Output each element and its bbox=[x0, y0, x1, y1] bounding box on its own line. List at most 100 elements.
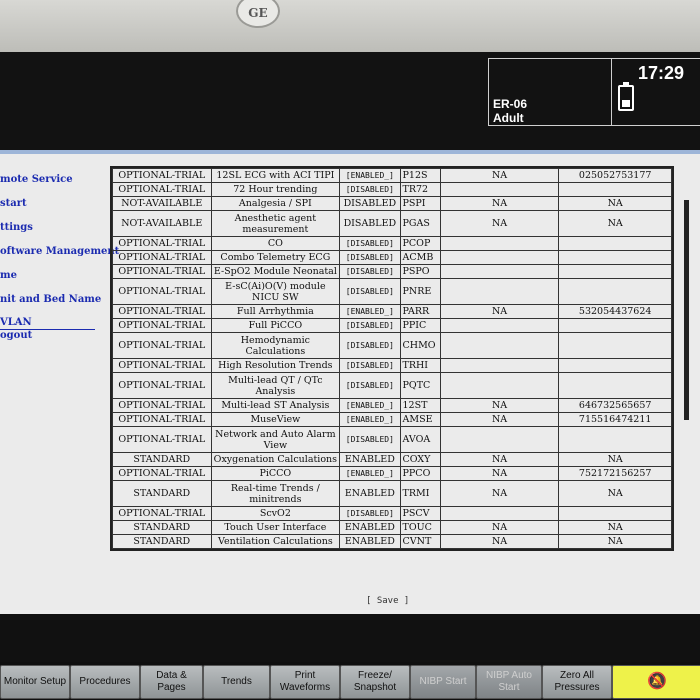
sidebar-item-logout[interactable]: ogout bbox=[0, 330, 32, 341]
save-button[interactable]: [ Save ] bbox=[366, 596, 409, 606]
code-cell[interactable]: NA bbox=[439, 520, 560, 535]
code-cell[interactable]: NA bbox=[439, 412, 560, 427]
bottom-button-2[interactable]: Data & Pages bbox=[140, 665, 203, 699]
table-row[interactable]: OPTIONAL-TRIAL E-sC(Ai)O(V) module NICU S… bbox=[112, 278, 672, 305]
code-cell[interactable]: NA bbox=[439, 534, 560, 549]
code-cell[interactable] bbox=[439, 318, 560, 333]
status-cell: [DISABLED] bbox=[339, 278, 401, 305]
option-code-cell: TR72 bbox=[399, 182, 441, 197]
table-row[interactable]: OPTIONAL-TRIAL 72 Hour trending [DISABLED]… bbox=[112, 182, 672, 197]
sidebar-item-restart[interactable]: start bbox=[0, 198, 27, 209]
option-code-cell: CVNT bbox=[399, 534, 441, 549]
bottom-button-label: Monitor Setup bbox=[3, 676, 67, 687]
option-code-cell: PGAS bbox=[399, 210, 441, 237]
table-row[interactable]: OPTIONAL-TRIAL Full Arrhythmia [ENABLED_] P… bbox=[112, 304, 672, 319]
code-cell[interactable] bbox=[439, 264, 560, 279]
code-cell[interactable]: NA bbox=[439, 466, 560, 481]
serial-cell[interactable] bbox=[558, 264, 672, 279]
sidebar-item-remote-service[interactable]: mote Service bbox=[0, 174, 73, 185]
table-row[interactable]: NOT-AVAILABLE Anesthetic agent measuremen… bbox=[112, 210, 672, 237]
code-cell[interactable] bbox=[439, 182, 560, 197]
sidebar-item-time[interactable]: me bbox=[0, 270, 17, 281]
bottom-button-0[interactable]: Monitor Setup bbox=[0, 665, 70, 699]
bottom-button-4[interactable]: Print Waveforms bbox=[270, 665, 340, 699]
option-name-cell: E-sC(Ai)O(V) module NICU SW bbox=[210, 278, 341, 305]
sidebar-item-wlan[interactable]: VLAN bbox=[0, 317, 32, 328]
table-row[interactable]: OPTIONAL-TRIAL Multi-lead QT / QTc Analys… bbox=[112, 372, 672, 399]
option-code-cell: AVOA bbox=[399, 426, 441, 453]
bottom-button-8[interactable]: Zero All Pressures bbox=[542, 665, 612, 699]
serial-cell[interactable] bbox=[558, 318, 672, 333]
table-scrollbar[interactable] bbox=[684, 200, 689, 420]
table-row[interactable]: STANDARD Touch User Interface ENABLED TOUC N… bbox=[112, 520, 672, 535]
code-cell[interactable]: NA bbox=[439, 210, 560, 237]
table-row[interactable]: OPTIONAL-TRIAL MuseView [ENABLED_] AMSE NA 71… bbox=[112, 412, 672, 427]
serial-cell[interactable] bbox=[558, 426, 672, 453]
serial-cell[interactable]: 532054437624 bbox=[558, 304, 672, 319]
serial-cell[interactable]: NA bbox=[558, 520, 672, 535]
table-row[interactable]: STANDARD Ventilation Calculations ENABLED C… bbox=[112, 534, 672, 549]
code-cell[interactable] bbox=[439, 372, 560, 399]
license-type-cell: OPTIONAL-TRIAL bbox=[112, 318, 212, 333]
code-cell[interactable] bbox=[439, 358, 560, 373]
bottom-button-3[interactable]: Trends bbox=[203, 665, 270, 699]
code-cell[interactable]: NA bbox=[439, 196, 560, 211]
serial-cell[interactable]: NA bbox=[558, 452, 672, 467]
serial-cell[interactable]: NA bbox=[558, 196, 672, 211]
table-row[interactable]: OPTIONAL-TRIAL Network and Auto Alarm Vie… bbox=[112, 426, 672, 453]
serial-cell[interactable]: NA bbox=[558, 534, 672, 549]
serial-cell[interactable] bbox=[558, 506, 672, 521]
table-row[interactable]: OPTIONAL-TRIAL E-SpO2 Module Neonatal [DIS… bbox=[112, 264, 672, 279]
bed-label: ER-06 bbox=[493, 97, 528, 111]
code-cell[interactable]: NA bbox=[439, 304, 560, 319]
code-cell[interactable] bbox=[439, 332, 560, 359]
serial-cell[interactable]: 752172156257 bbox=[558, 466, 672, 481]
table-row[interactable]: STANDARD Oxygenation Calculations ENABLED C… bbox=[112, 452, 672, 467]
serial-cell[interactable] bbox=[558, 372, 672, 399]
sidebar-item-settings[interactable]: ttings bbox=[0, 222, 33, 233]
alarm-silence-button[interactable]: 🔕 bbox=[612, 665, 700, 699]
bottom-button-1[interactable]: Procedures bbox=[70, 665, 140, 699]
table-row[interactable]: OPTIONAL-TRIAL CO [DISABLED] PCOP bbox=[112, 236, 672, 251]
bed-info-box[interactable]: ER-06 Adult bbox=[488, 58, 612, 126]
table-row[interactable]: OPTIONAL-TRIAL ScvO2 [DISABLED] PSCV bbox=[112, 506, 672, 521]
serial-cell[interactable]: 646732565657 bbox=[558, 398, 672, 413]
serial-cell[interactable] bbox=[558, 358, 672, 373]
code-cell[interactable] bbox=[439, 250, 560, 265]
serial-cell[interactable] bbox=[558, 332, 672, 359]
serial-cell[interactable]: NA bbox=[558, 480, 672, 507]
table-row[interactable]: OPTIONAL-TRIAL 12SL ECG with ACI TIPI [ENA… bbox=[112, 168, 672, 183]
serial-cell[interactable] bbox=[558, 250, 672, 265]
code-cell[interactable] bbox=[439, 236, 560, 251]
serial-cell[interactable]: NA bbox=[558, 210, 672, 237]
code-cell[interactable] bbox=[439, 506, 560, 521]
serial-cell[interactable] bbox=[558, 236, 672, 251]
table-row[interactable]: NOT-AVAILABLE Analgesia / SPI DISABLED PSPI… bbox=[112, 196, 672, 211]
code-cell[interactable]: NA bbox=[439, 452, 560, 467]
code-cell[interactable]: NA bbox=[439, 480, 560, 507]
status-cell: [ENABLED_] bbox=[339, 466, 401, 481]
table-row[interactable]: OPTIONAL-TRIAL PiCCO [ENABLED_] PPCO NA 75217… bbox=[112, 466, 672, 481]
code-cell[interactable]: NA bbox=[439, 168, 560, 183]
bottom-button-7[interactable]: NIBP Auto Start bbox=[476, 665, 542, 699]
table-row[interactable]: OPTIONAL-TRIAL High Resolution Trends [DIS… bbox=[112, 358, 672, 373]
serial-cell[interactable] bbox=[558, 278, 672, 305]
serial-cell[interactable] bbox=[558, 182, 672, 197]
sidebar-item-unit-and-bed-name[interactable]: nit and Bed Name bbox=[0, 294, 101, 305]
table-row[interactable]: STANDARD Real-time Trends / minitrends ENA… bbox=[112, 480, 672, 507]
code-cell[interactable]: NA bbox=[439, 398, 560, 413]
table-row[interactable]: OPTIONAL-TRIAL Combo Telemetry ECG [DISABL… bbox=[112, 250, 672, 265]
bottom-button-6[interactable]: NIBP Start bbox=[410, 665, 476, 699]
serial-cell[interactable]: 715516474211 bbox=[558, 412, 672, 427]
option-code-cell: PQTC bbox=[399, 372, 441, 399]
sidebar-item-software-management[interactable]: oftware Management bbox=[0, 246, 119, 257]
serial-cell[interactable]: 025052753177 bbox=[558, 168, 672, 183]
code-cell[interactable] bbox=[439, 278, 560, 305]
table-row[interactable]: OPTIONAL-TRIAL Hemodynamic Calculations [D… bbox=[112, 332, 672, 359]
option-code-cell: COXY bbox=[399, 452, 441, 467]
bottom-button-label: NIBP Auto Start bbox=[486, 670, 532, 693]
table-row[interactable]: OPTIONAL-TRIAL Multi-lead ST Analysis [ENA… bbox=[112, 398, 672, 413]
code-cell[interactable] bbox=[439, 426, 560, 453]
table-row[interactable]: OPTIONAL-TRIAL Full PiCCO [DISABLED] PPIC bbox=[112, 318, 672, 333]
bottom-button-5[interactable]: Freeze/ Snapshot bbox=[340, 665, 410, 699]
